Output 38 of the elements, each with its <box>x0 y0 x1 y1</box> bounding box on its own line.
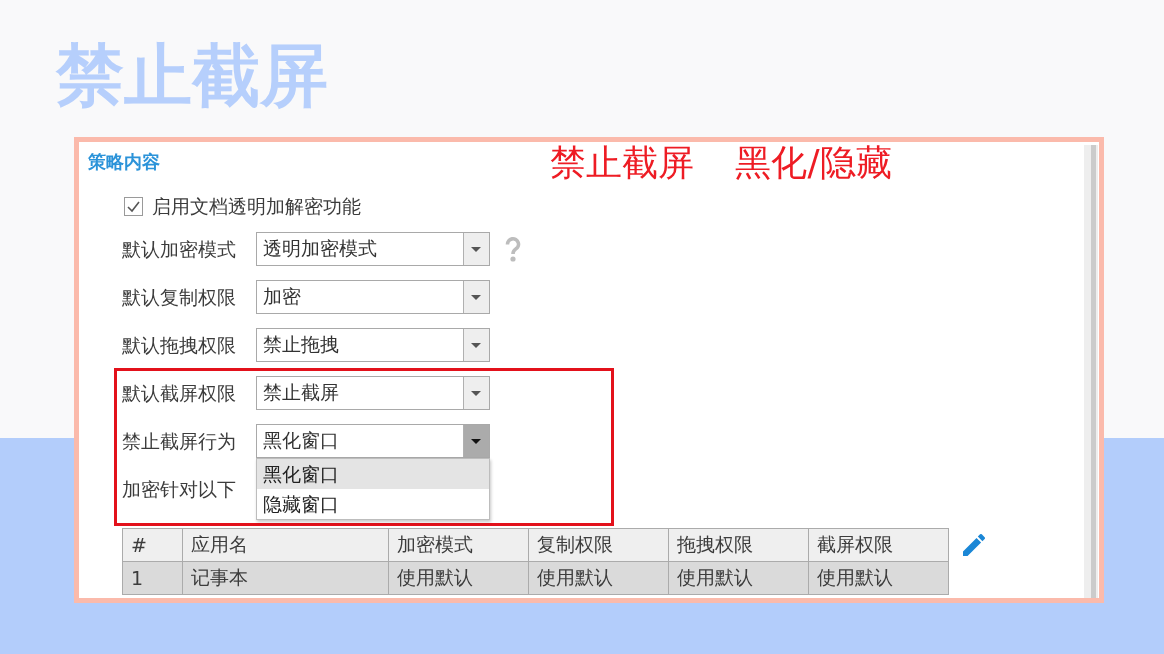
column-header[interactable]: 加密模式 <box>388 528 529 562</box>
checkbox[interactable] <box>124 196 143 216</box>
column-header[interactable]: 复制权限 <box>528 528 669 562</box>
table-cell: 使用默认 <box>668 561 809 595</box>
pencil-icon[interactable] <box>963 534 985 556</box>
table-cell: 1 <box>122 561 183 595</box>
scrollbar[interactable] <box>1084 145 1098 598</box>
caret-icon <box>463 281 489 313</box>
table-row[interactable]: 1 记事本 使用默认 使用默认 使用默认 使用默认 <box>122 561 949 595</box>
field-label: 默认拖拽权限 <box>122 333 236 357</box>
column-header[interactable]: 应用名 <box>182 528 389 562</box>
slide-title: 禁止截屏 <box>56 38 328 114</box>
caret-icon <box>463 233 489 265</box>
select-field[interactable]: 加密 <box>256 280 490 314</box>
dropdown-option[interactable]: 黑化窗口 <box>257 459 489 489</box>
table-cell: 使用默认 <box>808 561 949 595</box>
caret-icon <box>463 377 489 409</box>
field-label: 默认截屏权限 <box>122 381 236 405</box>
select-field[interactable]: 禁止截屏 <box>256 376 490 410</box>
table-cell: 使用默认 <box>528 561 669 595</box>
caret-icon <box>463 425 489 457</box>
table-cell: 记事本 <box>182 561 389 595</box>
column-header[interactable]: 拖拽权限 <box>668 528 809 562</box>
field-label: 禁止截屏行为 <box>122 429 236 453</box>
select-field[interactable]: 禁止拖拽 <box>256 328 490 362</box>
column-header[interactable]: # <box>122 528 183 562</box>
field-label: 默认加密模式 <box>122 237 236 261</box>
dropdown-option[interactable]: 隐藏窗口 <box>257 489 489 519</box>
field-label: 默认复制权限 <box>122 285 236 309</box>
table-cell: 使用默认 <box>388 561 529 595</box>
checkbox-label[interactable]: 启用文档透明加解密功能 <box>152 194 361 218</box>
select-field[interactable]: 透明加密模式 <box>256 232 490 266</box>
section-title: 策略内容 <box>88 150 160 174</box>
caret-icon <box>463 329 489 361</box>
apps-label: 加密针对以下 <box>122 477 236 502</box>
select-field[interactable]: 黑化窗口 <box>256 424 490 458</box>
column-header[interactable]: 截屏权限 <box>808 528 949 562</box>
caption-text: 禁止截屏 黑化/隐藏 <box>550 142 892 184</box>
